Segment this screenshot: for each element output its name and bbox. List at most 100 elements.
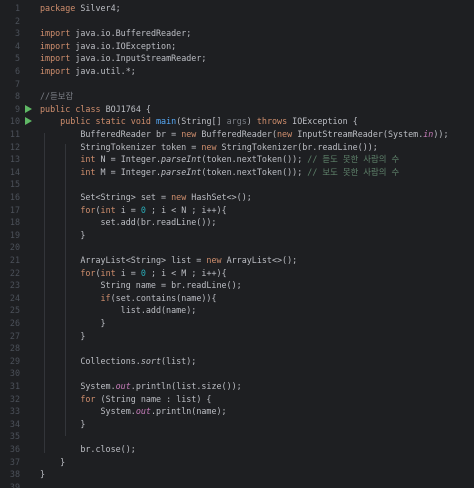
- run-icon[interactable]: [24, 115, 34, 128]
- code-text: for (String name : list) {: [40, 393, 211, 406]
- code-line[interactable]: 38}: [0, 468, 474, 481]
- line-number: 39: [9, 481, 20, 488]
- code-text: int N = Integer.parseInt(token.nextToken…: [40, 153, 399, 166]
- code-line[interactable]: 33 System.out.println(name);: [0, 405, 474, 418]
- code-line[interactable]: 34 }: [0, 418, 474, 431]
- code-line[interactable]: 5 import java.io.InputStreamReader;: [0, 52, 474, 65]
- code-token: java.io.InputStreamReader;: [70, 53, 207, 64]
- line-number: 35: [9, 431, 20, 442]
- code-token: int: [80, 166, 96, 177]
- code-line[interactable]: 14 int M = Integer.parseInt(token.nextTo…: [0, 166, 474, 179]
- code-line[interactable]: 25 list.add(name);: [0, 304, 474, 317]
- code-line[interactable]: 7: [0, 78, 474, 91]
- code-token: new: [171, 192, 187, 202]
- code-line[interactable]: 10 public static void main(String[] args…: [0, 115, 474, 128]
- code-text: }: [40, 418, 85, 431]
- code-token: int: [100, 267, 116, 278]
- code-text: Set<String> set = new HashSet<>();: [40, 191, 251, 204]
- line-number: 27: [9, 330, 20, 341]
- code-token: java.io.BufferedReader;: [70, 28, 192, 39]
- line-number: 31: [9, 381, 20, 391]
- code-line[interactable]: 37 }: [0, 456, 474, 469]
- line-number: 30: [9, 368, 20, 379]
- code-token: String name = br.readLine();: [40, 280, 242, 291]
- code-line[interactable]: 9 public class BOJ1764 {: [0, 103, 474, 116]
- code-line[interactable]: 32 for (String name : list) {: [0, 393, 474, 406]
- code-token: throws: [256, 116, 288, 127]
- code-token: System.: [40, 381, 116, 391]
- line-number: 33: [9, 406, 20, 417]
- code-text: StringTokenizer token = new StringTokeni…: [40, 141, 378, 154]
- code-text: String name = br.readLine();: [40, 279, 242, 292]
- code-line[interactable]: 11 BufferedReader br = new BufferedReade…: [0, 128, 474, 141]
- code-token: package: [40, 3, 76, 13]
- code-line[interactable]: 31 System.out.println(list.size());: [0, 380, 474, 393]
- code-line[interactable]: 20: [0, 241, 474, 254]
- code-token: for: [80, 267, 96, 278]
- code-text: public static void main(String[] args) t…: [40, 115, 358, 128]
- code-token: parseInt: [161, 166, 202, 177]
- code-line[interactable]: 36 br.close();: [0, 443, 474, 456]
- code-line[interactable]: 13 int N = Integer.parseInt(token.nextTo…: [0, 153, 474, 166]
- code-line[interactable]: 18 set.add(br.readLine());: [0, 216, 474, 229]
- code-token: import: [40, 28, 71, 39]
- code-text: list.add(name);: [40, 304, 197, 317]
- line-number: 7: [14, 78, 20, 89]
- code-text: if(set.contains(name)){: [40, 292, 217, 305]
- code-token: set.add(br.readLine());: [40, 217, 217, 228]
- line-number: 18: [9, 217, 20, 228]
- line-number: 16: [9, 192, 20, 202]
- code-editor[interactable]: 1 package Silver4; 2 3 import java.io.Buffer…: [0, 0, 474, 488]
- code-text: Collections.sort(list);: [40, 355, 196, 368]
- code-line[interactable]: 1 package Silver4;: [0, 2, 474, 15]
- code-line[interactable]: 21 ArrayList<String> list = new ArrayLis…: [0, 254, 474, 267]
- code-line[interactable]: 16 Set<String> set = new HashSet<>();: [0, 191, 474, 204]
- code-token: (String name : list) {: [95, 393, 212, 404]
- code-line[interactable]: 29 Collections.sort(list);: [0, 355, 474, 368]
- code-line[interactable]: 19 }: [0, 229, 474, 242]
- run-icon[interactable]: [24, 103, 34, 116]
- line-number: 22: [9, 267, 20, 278]
- code-token: br.close();: [40, 444, 136, 454]
- code-text: //듣보잡: [40, 90, 73, 103]
- code-token: i =: [115, 267, 141, 278]
- code-token: System.: [40, 406, 136, 417]
- code-line[interactable]: 23 String name = br.readLine();: [0, 279, 474, 292]
- code-line[interactable]: 8 //듣보잡: [0, 90, 474, 103]
- code-line[interactable]: 26 }: [0, 317, 474, 330]
- code-line[interactable]: 39: [0, 481, 474, 488]
- code-text: import java.io.IOException;: [40, 40, 176, 53]
- code-line[interactable]: 15: [0, 178, 474, 191]
- code-line[interactable]: 6 import java.util.*;: [0, 65, 474, 78]
- code-token: }: [40, 318, 106, 328]
- code-line[interactable]: 2: [0, 15, 474, 28]
- code-line[interactable]: 17 for(int i = 0 ; i < N ; i++){: [0, 204, 474, 217]
- line-number: 21: [9, 255, 20, 265]
- code-token: static: [95, 116, 126, 127]
- line-number: 9: [14, 103, 20, 114]
- line-number: 3: [14, 28, 20, 39]
- code-line[interactable]: 35: [0, 430, 474, 443]
- code-line[interactable]: 12 StringTokenizer token = new StringTok…: [0, 141, 474, 154]
- code-text: BufferedReader br = new BufferedReader(n…: [40, 128, 448, 141]
- line-number: 37: [9, 456, 20, 467]
- code-line[interactable]: 30: [0, 367, 474, 380]
- code-token: }: [40, 418, 86, 429]
- code-token: public: [60, 116, 91, 127]
- code-line[interactable]: 28: [0, 342, 474, 355]
- code-token: new: [201, 141, 217, 152]
- code-token: InputStreamReader(System.: [292, 129, 424, 139]
- code-line[interactable]: 24 if(set.contains(name)){: [0, 292, 474, 305]
- code-line[interactable]: 22 for(int i = 0 ; i < M ; i++){: [0, 267, 474, 280]
- code-line[interactable]: 27 }: [0, 330, 474, 343]
- code-line[interactable]: 4 import java.io.IOException;: [0, 40, 474, 53]
- code-token: java.util.*;: [70, 66, 136, 76]
- code-text: }: [40, 456, 65, 469]
- code-token: class: [75, 103, 101, 114]
- code-line[interactable]: 3 import java.io.BufferedReader;: [0, 27, 474, 40]
- code-token: for: [80, 393, 96, 404]
